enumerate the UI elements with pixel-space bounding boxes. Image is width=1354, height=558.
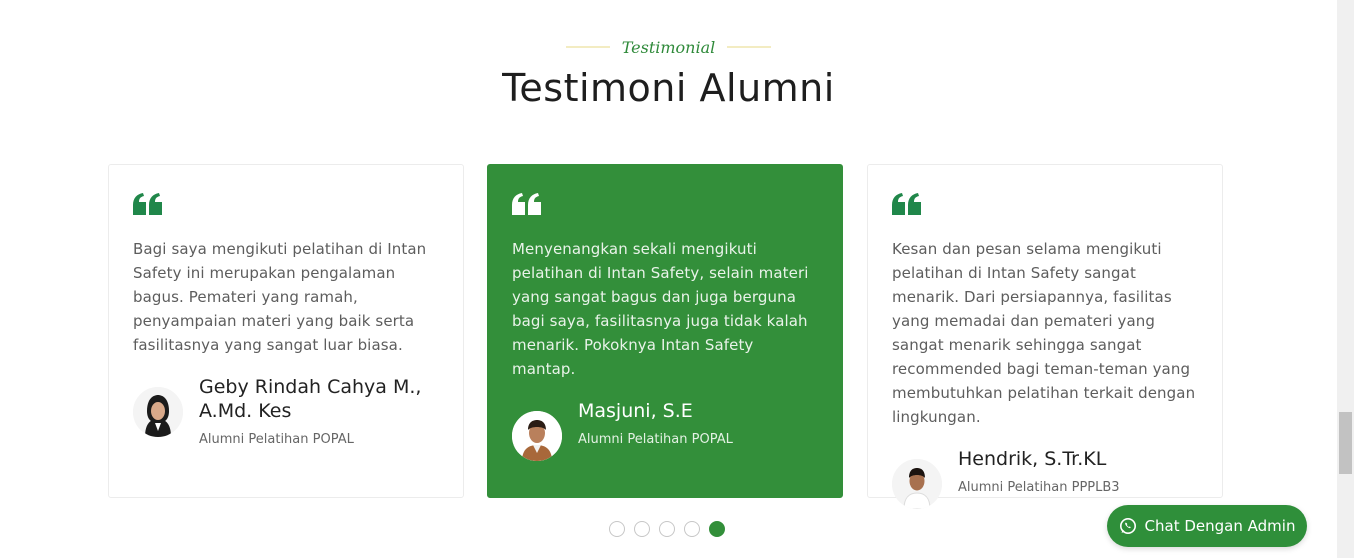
- testimonial-card: Bagi saya mengikuti pelatihan di Intan S…: [108, 164, 464, 498]
- page-scrollbar[interactable]: [1337, 0, 1354, 558]
- avatar: [133, 387, 183, 437]
- testimonial-author: Geby Rindah Cahya M., A.Md. Kes Alumni P…: [133, 375, 439, 449]
- carousel-dot[interactable]: [634, 521, 650, 537]
- testimonial-card-active: Menyenangkan sekali mengikuti pelatihan …: [487, 164, 843, 498]
- author-name: Geby Rindah Cahya M., A.Md. Kes: [199, 376, 422, 422]
- carousel-dot[interactable]: [659, 521, 675, 537]
- testimonial-card: Kesan dan pesan selama mengikuti pelatih…: [867, 164, 1223, 509]
- testimonial-text: Kesan dan pesan selama mengikuti pelatih…: [892, 240, 1196, 426]
- author-role: Alumni Pelatihan PPPLB3: [958, 480, 1120, 495]
- eyebrow-divider-right: [727, 46, 772, 48]
- chat-admin-label: Chat Dengan Admin: [1144, 517, 1296, 535]
- chat-admin-button[interactable]: Chat Dengan Admin: [1107, 505, 1307, 547]
- author-role: Alumni Pelatihan POPAL: [578, 432, 733, 447]
- avatar: [892, 459, 942, 509]
- avatar: [512, 411, 562, 461]
- testimonial-author: Hendrik, S.Tr.KL Alumni Pelatihan PPPLB3: [892, 447, 1198, 509]
- whatsapp-icon: [1119, 518, 1136, 534]
- author-name: Hendrik, S.Tr.KL: [958, 448, 1107, 470]
- scrollbar-thumb[interactable]: [1339, 412, 1352, 474]
- author-role: Alumni Pelatihan POPAL: [199, 432, 354, 447]
- testimonial-author: Masjuni, S.E Alumni Pelatihan POPAL: [512, 399, 818, 461]
- testimonial-text: Bagi saya mengikuti pelatihan di Intan S…: [133, 240, 427, 354]
- quote-icon: [512, 193, 541, 215]
- eyebrow-label: Testimonial: [621, 37, 716, 57]
- carousel-dot[interactable]: [684, 521, 700, 537]
- testimonial-text: Menyenangkan sekali mengikuti pelatihan …: [512, 240, 809, 378]
- quote-icon: [133, 193, 162, 215]
- section-title: Testimoni Alumni: [502, 66, 835, 110]
- carousel-dot-active[interactable]: [709, 521, 725, 537]
- eyebrow-divider-left: [565, 46, 610, 48]
- author-name: Masjuni, S.E: [578, 400, 693, 422]
- section-eyebrow: Testimonial: [0, 34, 1337, 60]
- carousel-dot[interactable]: [609, 521, 625, 537]
- quote-icon: [892, 193, 921, 215]
- carousel-pagination: [609, 521, 725, 537]
